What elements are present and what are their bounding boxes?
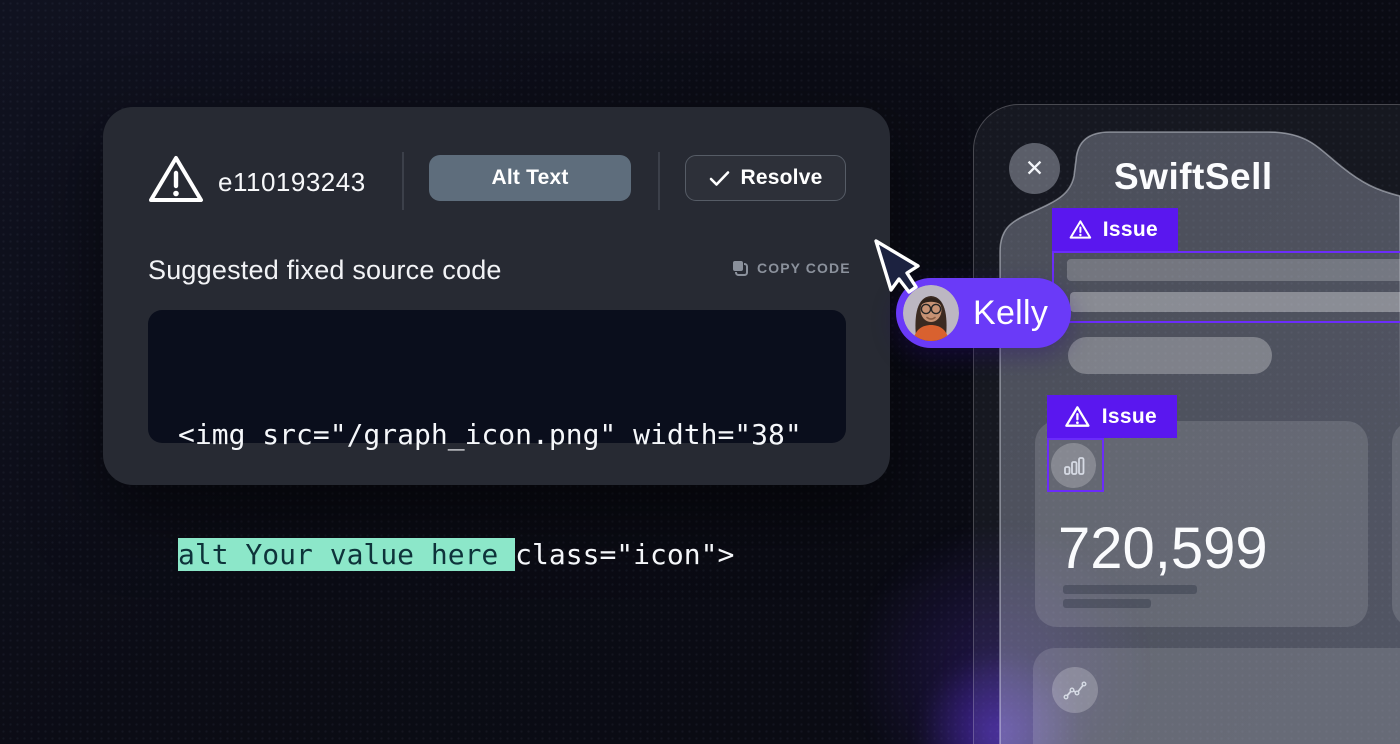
issue-badge-label: Issue [1103, 218, 1158, 242]
skeleton-text-bar [1067, 259, 1400, 281]
alt-text-button-label: Alt Text [491, 166, 568, 190]
section-title: Suggested fixed source code [148, 255, 502, 286]
warning-icon [1069, 218, 1092, 241]
avatar-image [903, 285, 959, 341]
issue-id: e110193243 [218, 167, 366, 198]
skeleton-line [1063, 585, 1197, 594]
divider [658, 152, 660, 210]
avatar [903, 285, 959, 341]
collaborator-name: Kelly [973, 294, 1048, 333]
line-chart-icon [1062, 677, 1088, 703]
alt-text-button[interactable]: Alt Text [429, 155, 631, 201]
stat-value: 720,599 [1058, 515, 1268, 582]
issue-badge[interactable]: Issue [1052, 208, 1178, 251]
collaborator-pill: Kelly [896, 278, 1071, 348]
code-block: <img src="/graph_icon.png" width="38" al… [148, 310, 846, 443]
close-icon: ✕ [1025, 155, 1044, 182]
code-line-2-rest: class="icon"> [515, 538, 734, 571]
code-highlight: alt Your value here [178, 538, 515, 571]
code-line-2: alt Your value here class="icon"> [178, 535, 846, 575]
copy-icon [731, 259, 749, 277]
warning-icon [1064, 405, 1091, 428]
skeleton-text-bar [1070, 292, 1400, 312]
close-button[interactable]: ✕ [1009, 143, 1060, 194]
issue-badge-label: Issue [1102, 405, 1157, 429]
code-line-1: <img src="/graph_icon.png" width="38" [178, 415, 846, 455]
skeleton-pill [1068, 337, 1272, 374]
issue-badge[interactable]: Issue [1047, 395, 1177, 438]
copy-code-button[interactable]: COPY CODE [731, 259, 851, 277]
warning-triangle-icon [148, 153, 204, 205]
resolve-button-label: Resolve [741, 166, 823, 190]
screenshot-stage: ✕ SwiftSell Issue Issue 720,599 [0, 0, 1400, 744]
skeleton-line [1063, 599, 1151, 608]
resolve-button[interactable]: Resolve [685, 155, 846, 201]
check-icon [709, 170, 730, 187]
copy-code-label: COPY CODE [757, 260, 851, 276]
app-title: SwiftSell [1114, 156, 1273, 198]
stat-card-secondary [1392, 421, 1400, 627]
issue-fix-card: e110193243 Alt Text Resolve Suggested fi… [103, 107, 890, 485]
divider [402, 152, 404, 210]
issue-outline-square [1047, 438, 1104, 492]
line-chart-icon-circle [1052, 667, 1098, 713]
